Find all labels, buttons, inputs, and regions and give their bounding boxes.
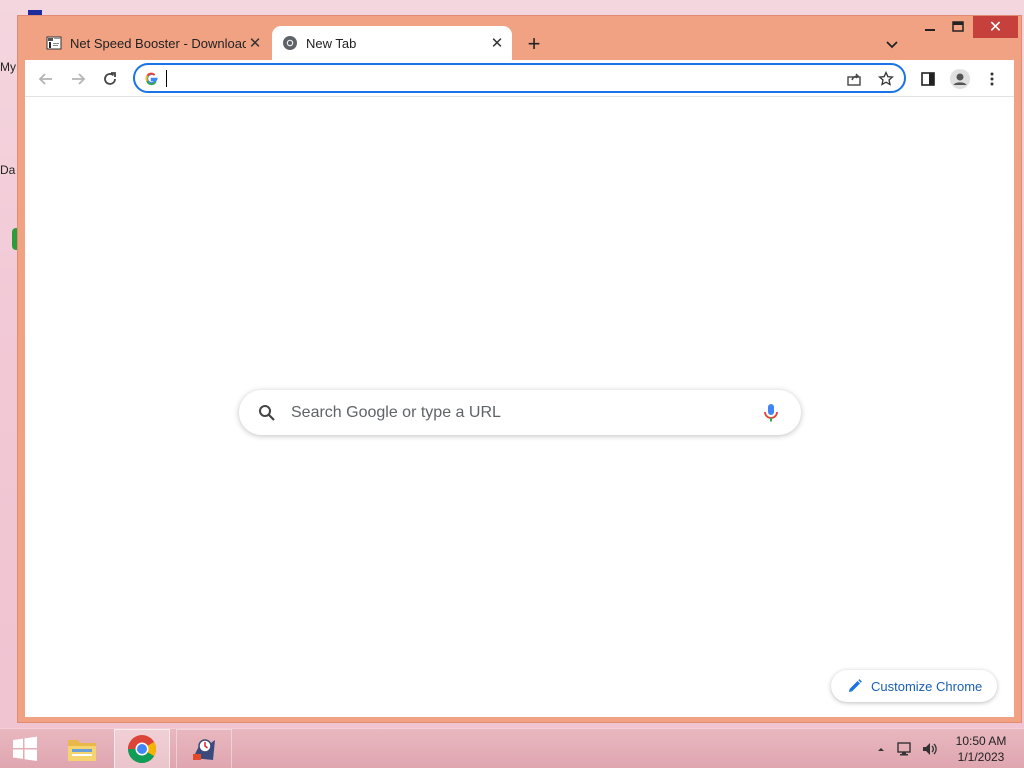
browser-window: Net Speed Booster - Download ✕ New Tab ✕… [17,15,1022,723]
speaker-icon [923,743,937,755]
profile-button[interactable] [947,66,973,92]
search-placeholder: Search Google or type a URL [291,404,501,421]
share-button[interactable] [843,68,865,90]
forward-button[interactable] [65,66,91,92]
tab-title: New Tab [306,35,357,51]
folder-icon [68,740,96,761]
minimize-button[interactable] [916,16,944,38]
volume-tray-icon[interactable] [920,729,940,768]
site-favicon-icon [46,36,62,50]
tab-net-speed-booster[interactable]: Net Speed Booster - Download ✕ [36,26,270,60]
share-icon [847,73,861,86]
close-window-button[interactable]: ✕ [973,16,1018,38]
new-tab-button[interactable]: + [522,31,546,56]
maximize-button[interactable] [944,16,972,38]
network-icon [897,742,911,756]
chevron-up-icon [878,748,884,751]
browser-toolbar [25,60,1014,97]
address-input[interactable] [165,68,825,88]
customize-chrome-label: Customize Chrome [871,678,983,694]
back-arrow-icon [38,73,52,85]
clock-date: 1/1/2023 [957,750,1005,764]
text-caret [166,70,167,87]
maximize-icon [952,21,964,32]
microphone-icon[interactable] [761,402,781,424]
minimize-icon [925,29,935,31]
google-g-icon [145,72,158,86]
tab-title: Net Speed Booster - Download [70,35,246,51]
taskbar: 10:50 AM 1/1/2023 [0,728,1024,768]
pencil-icon [849,679,862,692]
tab-new-tab[interactable]: New Tab ✕ [272,26,512,60]
bookmark-button[interactable] [875,68,897,90]
search-icon [259,405,275,421]
system-clock[interactable]: 10:50 AM 1/1/2023 [948,733,1014,765]
reload-button[interactable] [97,66,123,92]
clock-time: 10:50 AM [955,734,1007,748]
tab-close-button[interactable]: ✕ [488,34,506,52]
taskbar-app[interactable] [176,729,232,768]
star-icon [878,71,894,86]
show-hidden-icons-button[interactable] [874,729,888,768]
app-icon [193,739,215,760]
forward-arrow-icon [72,73,86,85]
side-panel-button[interactable] [915,66,941,92]
taskbar-file-explorer[interactable] [54,729,110,768]
kebab-menu-icon [990,72,994,86]
tab-search-chevron-icon[interactable] [882,34,902,54]
address-bar[interactable] [133,63,906,93]
tab-strip: Net Speed Booster - Download ✕ New Tab ✕… [18,16,1021,60]
chrome-favicon-icon [283,36,297,50]
taskbar-chrome[interactable] [114,729,170,768]
reload-icon [104,72,116,85]
desktop-label-da: Da [0,163,16,177]
tab-close-button[interactable]: ✕ [246,34,264,52]
customize-chrome-button[interactable]: Customize Chrome [831,670,997,702]
windows-logo-icon [13,736,37,761]
menu-button[interactable] [979,66,1005,92]
network-tray-icon[interactable] [895,729,915,768]
start-button[interactable] [0,729,50,768]
avatar-icon [950,69,970,89]
new-tab-page: Search Google or type a URL Customize Ch… [25,97,1014,717]
back-button[interactable] [33,66,59,92]
chrome-logo-icon [128,735,156,763]
ntp-search-box[interactable]: Search Google or type a URL [239,390,801,435]
desktop-label-my: My [0,60,16,74]
side-panel-icon [921,72,935,86]
